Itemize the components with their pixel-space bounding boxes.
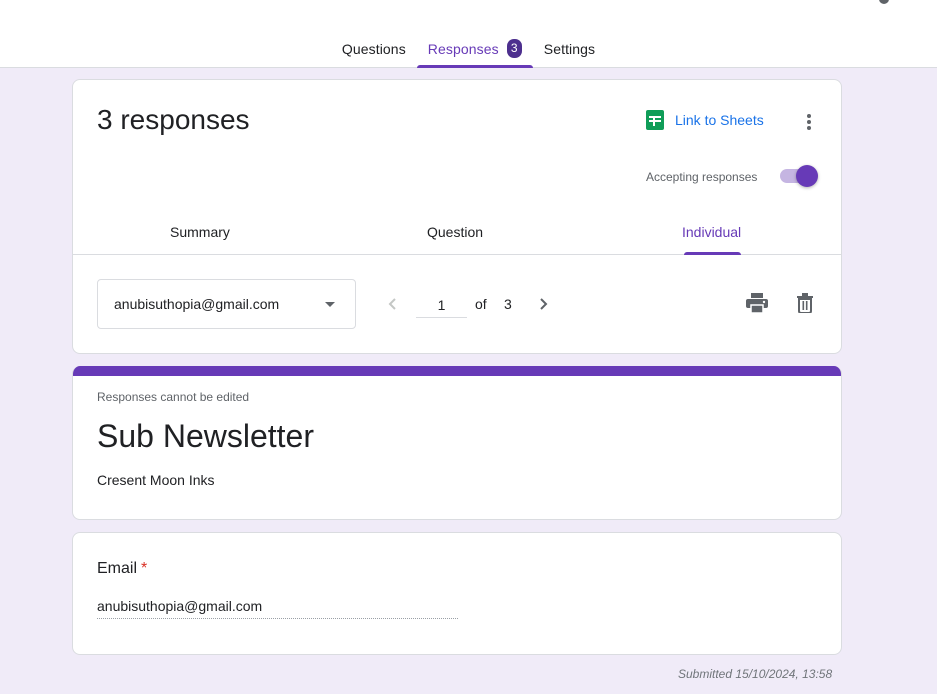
form-description: Cresent Moon Inks	[97, 472, 215, 488]
chevron-left-icon	[388, 298, 396, 310]
tab-question-label: Question	[427, 224, 484, 240]
link-to-sheets-label: Link to Sheets	[675, 112, 764, 128]
response-count-badge: 3	[506, 39, 522, 58]
top-header: Questions Responses 3 Settings	[0, 0, 937, 68]
responses-cannot-be-edited-notice: Responses cannot be edited	[97, 390, 250, 404]
tab-questions[interactable]: Questions	[331, 36, 417, 68]
email-answer: anubisuthopia@gmail.com	[97, 598, 458, 619]
tab-individual[interactable]: Individual	[682, 215, 742, 255]
previous-response-button[interactable]	[381, 292, 405, 316]
required-asterisk: *	[141, 560, 148, 577]
more-vert-icon	[807, 114, 811, 130]
sheets-icon	[646, 110, 664, 130]
form-title: Sub Newsletter	[97, 418, 314, 454]
delete-response-button[interactable]	[792, 290, 818, 316]
tab-question[interactable]: Question	[427, 215, 483, 255]
print-button[interactable]	[744, 290, 770, 316]
delete-icon	[797, 293, 813, 313]
tab-responses[interactable]: Responses 3	[416, 36, 533, 68]
toggle-knob	[796, 165, 818, 187]
dropdown-arrow-icon	[325, 302, 335, 307]
tab-individual-label: Individual	[682, 224, 742, 240]
respondent-select-value: anubisuthopia@gmail.com	[114, 296, 280, 312]
respondent-select[interactable]: anubisuthopia@gmail.com	[97, 279, 356, 329]
submitted-timestamp: Submitted 15/10/2024, 13:58	[678, 667, 833, 681]
response-view-tabs: Summary Question Individual	[73, 215, 841, 255]
next-response-button[interactable]	[531, 292, 555, 316]
more-options-button[interactable]	[795, 108, 823, 136]
form-tabs: Questions Responses 3 Settings	[0, 36, 937, 68]
question-label: Email	[97, 560, 138, 577]
account-icon-partial[interactable]	[879, 0, 889, 4]
tab-summary[interactable]: Summary	[170, 215, 230, 255]
responses-count-title: 3 responses	[97, 104, 250, 135]
tab-settings-label: Settings	[543, 41, 596, 57]
tab-settings[interactable]: Settings	[533, 36, 606, 68]
accepting-responses-label: Accepting responses	[646, 170, 758, 184]
email-question-card: Email * anubisuthopia@gmail.com	[72, 532, 842, 655]
responses-summary-card: 3 responses Link to Sheets Accepting res…	[72, 79, 842, 354]
link-to-sheets-button[interactable]: Link to Sheets	[646, 110, 764, 130]
print-icon	[746, 293, 768, 313]
pager-of-label: of	[475, 296, 487, 312]
pager-total: 3	[504, 296, 512, 312]
form-header-card: Responses cannot be edited Sub Newslette…	[72, 366, 842, 520]
tab-responses-label: Responses	[427, 41, 499, 57]
tab-questions-label: Questions	[341, 41, 406, 57]
chevron-right-icon	[540, 298, 548, 310]
form-accent-bar	[73, 366, 841, 376]
page-number-input[interactable]	[416, 292, 467, 318]
tab-summary-label: Summary	[170, 224, 230, 240]
accepting-responses-toggle[interactable]	[780, 165, 818, 187]
question-title: Email *	[97, 560, 147, 578]
